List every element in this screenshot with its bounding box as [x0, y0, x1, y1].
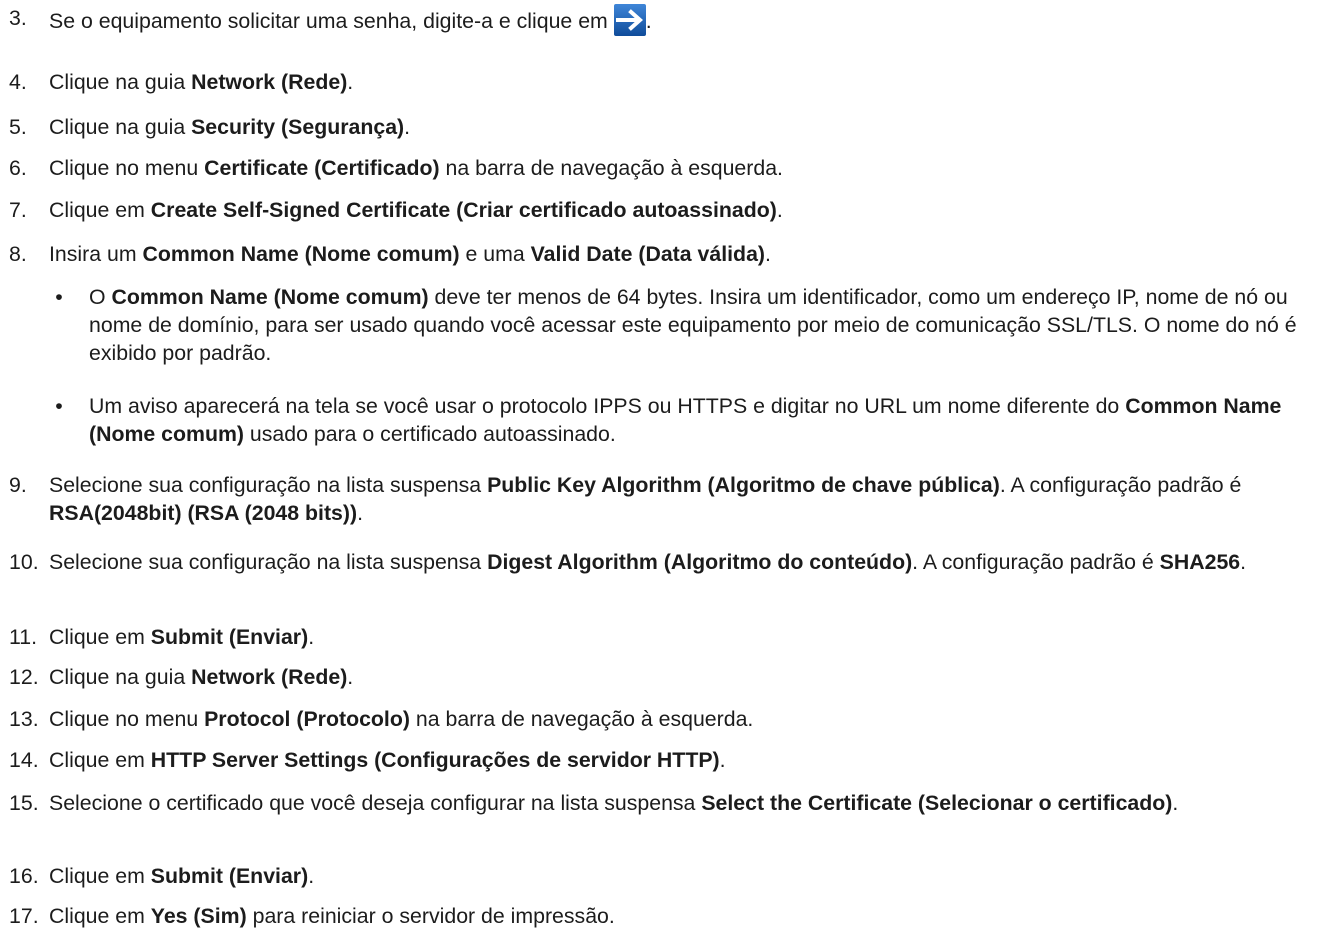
step-text-part: . — [357, 501, 363, 525]
bullet-text-part: O — [89, 285, 112, 309]
step-text-part: Clique em — [49, 904, 151, 928]
ui-term: Select the Certificate (Selecionar o cer… — [701, 791, 1173, 815]
ui-term: Network (Rede) — [191, 70, 348, 94]
step-number: 15. — [9, 791, 39, 815]
step-text-part: para reiniciar o servidor de impressão. — [246, 904, 615, 928]
ui-term: Network (Rede) — [191, 665, 348, 689]
step-number: 7. — [9, 198, 27, 222]
step-text: Clique em Submit (Enviar). — [49, 623, 1310, 651]
step-text: Insira um Common Name (Nome comum) e uma… — [49, 240, 1310, 268]
step-text-part: Clique na guia — [49, 115, 192, 139]
step-text-part: . — [347, 665, 354, 689]
ui-term: Create Self-Signed Certificate (Criar ce… — [150, 198, 777, 222]
bullet-text-part: usado para o certificado autoassinado. — [244, 422, 616, 446]
step-text-part: . — [645, 9, 652, 33]
step-text: Selecione o certificado que você deseja … — [49, 789, 1310, 817]
step-number: 16. — [9, 864, 39, 888]
step-text: Clique no menu Certificate (Certificado)… — [49, 154, 1310, 182]
bullet-mark: • — [55, 285, 63, 309]
step-text: Clique na guia Security (Segurança). — [49, 113, 1310, 141]
step-text-part: Clique na guia — [49, 665, 192, 689]
step-text-part: . — [347, 70, 354, 94]
step-text-part: Selecione sua configuração na lista susp… — [49, 550, 488, 574]
bullet-text: Um aviso aparecerá na tela se você usar … — [89, 392, 1310, 448]
step-text-part: . — [776, 198, 783, 222]
step-text-part: Selecione o certificado que você deseja … — [49, 791, 702, 815]
step-text-part: Selecione sua configuração na lista susp… — [49, 473, 488, 497]
step-text-part: . — [308, 864, 315, 888]
ui-term: Valid Date (Data válida) — [530, 242, 766, 266]
step-text: Se o equipamento solicitar uma senha, di… — [49, 4, 1310, 36]
step-text-part: . — [765, 242, 771, 266]
ui-term: Common Name (Nome comum) — [142, 242, 460, 266]
step-text-part: Clique em — [49, 625, 151, 649]
step-text: Clique na guia Network (Rede). — [49, 68, 1310, 96]
ui-term: Protocol (Protocolo) — [204, 707, 410, 731]
step-number: 10. — [9, 550, 39, 574]
step-text: Clique em Create Self-Signed Certificate… — [49, 196, 1310, 224]
step-number: 14. — [9, 748, 39, 772]
step-text-part: . A configuração padrão é — [912, 550, 1160, 574]
ui-term: Submit (Enviar) — [150, 625, 309, 649]
step-text-part: . — [1172, 791, 1179, 815]
step-number: 5. — [9, 115, 27, 139]
ui-term: SHA256 — [1159, 550, 1241, 574]
step-text-part: . — [719, 748, 726, 772]
ui-term: Security (Segurança) — [191, 115, 405, 139]
step-text: Clique no menu Protocol (Protocolo) na b… — [49, 705, 1310, 733]
step-number: 11. — [9, 625, 38, 649]
arrow-right-icon — [613, 4, 646, 36]
step-text: Clique em Submit (Enviar). — [49, 862, 1310, 890]
step-text-part: Clique na guia — [49, 70, 192, 94]
step-number: 8. — [9, 242, 27, 266]
step-text-part: Se o equipamento solicitar uma senha, di… — [49, 9, 614, 33]
step-text-part: Clique no menu — [49, 156, 205, 180]
ui-term: Submit (Enviar) — [150, 864, 309, 888]
ui-term: RSA(2048bit) (RSA (2048 bits)) — [49, 501, 358, 525]
ui-term: Public Key Algorithm (Algoritmo de chave… — [487, 473, 1000, 497]
step-text-part: na barra de navegação à esquerda. — [439, 156, 783, 180]
step-text-part: Insira um — [49, 242, 143, 266]
step-text-part: e uma — [459, 242, 531, 266]
step-text: Selecione sua configuração na lista susp… — [49, 548, 1310, 576]
instruction-document: 3. Se o equipamento solicitar uma senha,… — [0, 0, 1328, 931]
step-text-part: . — [404, 115, 411, 139]
ui-term: Certificate (Certificado) — [204, 156, 440, 180]
ui-term: Yes (Sim) — [150, 904, 247, 928]
step-text: Clique na guia Network (Rede). — [49, 663, 1310, 691]
ui-term: Common Name (Nome comum) — [111, 285, 429, 309]
step-text: Clique em HTTP Server Settings (Configur… — [49, 746, 1310, 774]
bullet-text-part: Um aviso aparecerá na tela se você usar … — [89, 394, 1126, 418]
step-text-part: Clique no menu — [49, 707, 205, 731]
step-text-part: Clique em — [49, 198, 151, 222]
step-number: 9. — [9, 473, 27, 497]
step-text-part: na barra de navegação à esquerda. — [409, 707, 754, 731]
ui-term: Digest Algorithm (Algoritmo do conteúdo) — [487, 550, 913, 574]
step-text-part: . A configuração padrão é — [999, 473, 1242, 497]
step-text-part: . — [1240, 550, 1247, 574]
step-text-part: . — [308, 625, 315, 649]
step-text-part: Clique em — [49, 748, 151, 772]
step-number: 13. — [9, 707, 39, 731]
step-number: 6. — [9, 156, 27, 180]
ui-term: HTTP Server Settings (Configurações de s… — [150, 748, 720, 772]
step-number: 3. — [9, 6, 27, 30]
step-number: 17. — [9, 904, 39, 928]
step-number: 12. — [9, 665, 39, 689]
step-text: Selecione sua configuração na lista susp… — [49, 471, 1310, 527]
bullet-text: O Common Name (Nome comum) deve ter meno… — [89, 283, 1310, 367]
step-number: 4. — [9, 70, 27, 94]
bullet-mark: • — [55, 394, 63, 418]
step-text-part: Clique em — [49, 864, 151, 888]
step-text: Clique em Yes (Sim) para reiniciar o ser… — [49, 902, 1310, 930]
